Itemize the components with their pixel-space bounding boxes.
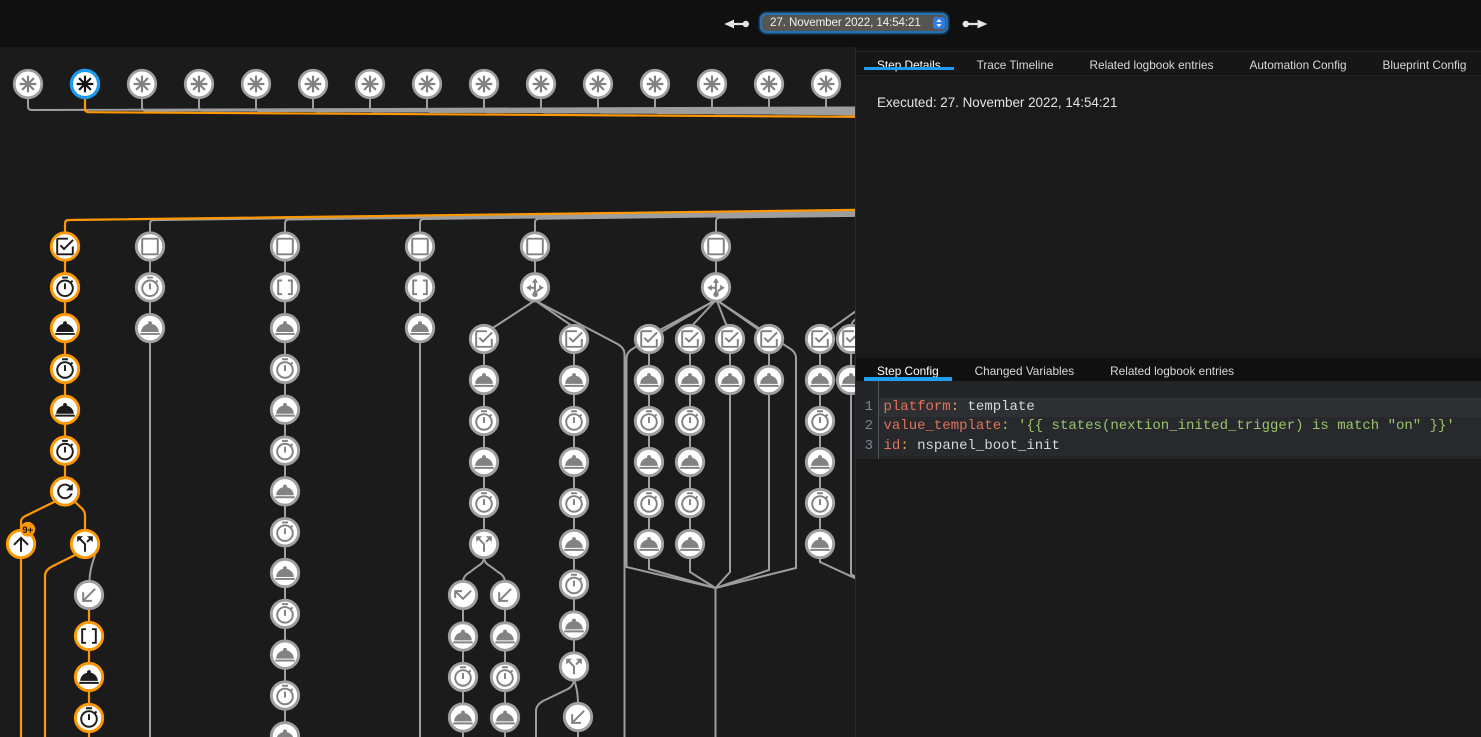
svg-text:9+: 9+ [22,525,33,536]
